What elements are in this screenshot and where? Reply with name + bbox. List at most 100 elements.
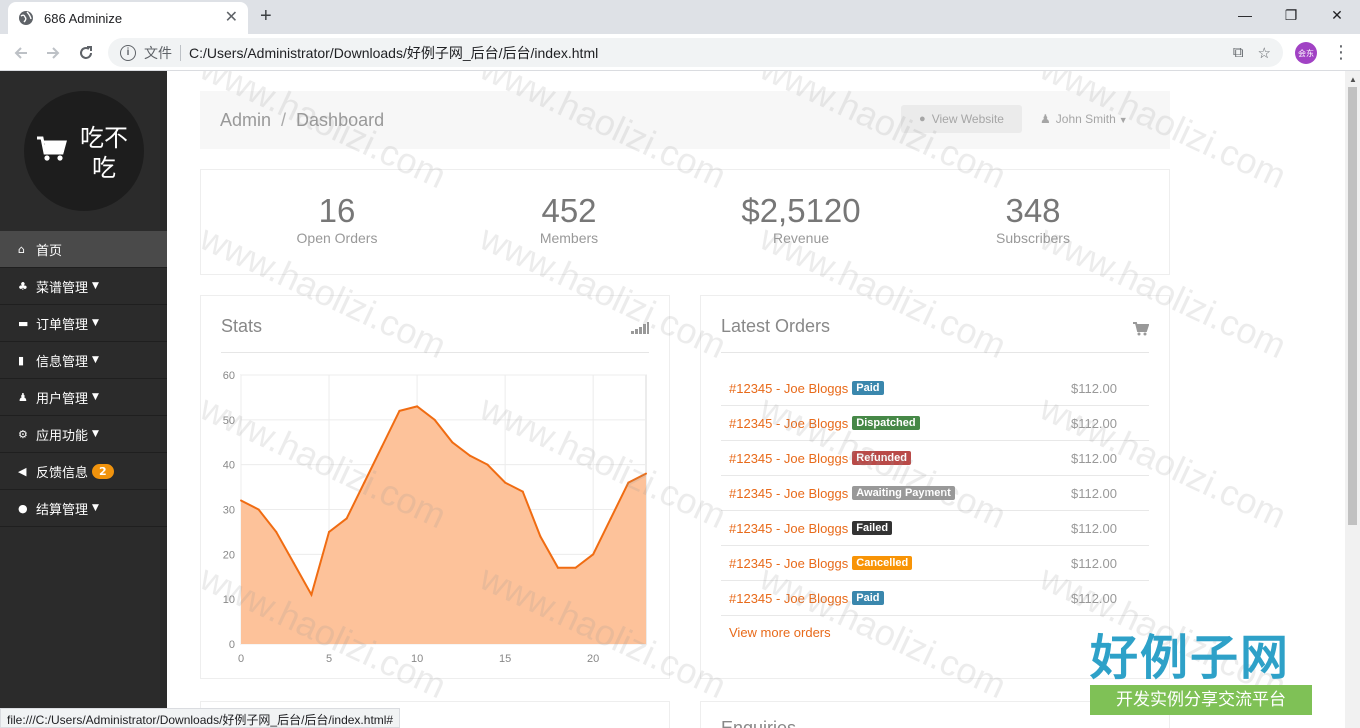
breadcrumb-current: Dashboard [296,110,385,130]
order-link[interactable]: #12345 - Joe Bloggs [729,556,848,571]
order-status-badge: Paid [852,591,884,605]
sidebar-item[interactable]: ◀ 反馈信息 2 [0,453,167,490]
order-link[interactable]: #12345 - Joe Bloggs [729,521,848,536]
sidebar-item[interactable]: ♣ 菜谱管理 ▼ [0,268,167,305]
chart-y-tick-label: 50 [223,415,235,427]
sidebar-item-label: 菜谱管理 [36,280,89,296]
chart-data-point [486,463,489,466]
panel-title: Latest Orders [721,316,831,336]
order-status-badge: Failed [852,521,893,535]
new-tab-icon[interactable]: + [260,6,272,26]
order-status-badge: Awaiting Payment [852,486,955,500]
browser-toolbar: i 文件 C:/Users/Administrator/Downloads/好例… [0,34,1360,71]
bookmark-star-icon[interactable]: ☆ [1258,44,1271,62]
back-arrow-icon[interactable] [10,42,32,64]
chart-data-point [275,530,278,533]
browser-menu-icon[interactable]: ⋮ [1332,42,1350,62]
order-link[interactable]: #12345 - Joe Bloggs [729,416,848,431]
forward-arrow-icon[interactable] [42,42,64,64]
order-link[interactable]: #12345 - Joe Bloggs [729,591,848,606]
order-status-badge: Paid [852,381,884,395]
sidebar-item[interactable]: ● 结算管理 ▼ [0,490,167,527]
chart-data-point [433,418,436,421]
brand-watermark: 好例子网 开发实例分享交流平台 [1090,631,1312,717]
order-row: #12345 - Joe Bloggs Failed $112.00 [721,511,1149,546]
logo-text: 吃不吃 [80,124,128,182]
url-text[interactable]: C:/Users/Administrator/Downloads/好例子网_后台… [189,43,1219,63]
sitemap-icon: ♣ [18,279,28,293]
sidebar-item-label: 反馈信息 [36,465,89,481]
order-amount: $112.00 [1070,520,1117,536]
sidebar-item[interactable]: ⚙ 应用功能 ▼ [0,416,167,453]
globe-icon: ● [919,113,926,125]
chart-data-point [521,490,524,493]
sidebar-nav: ⌂ 首页 ♣ 菜谱管理 ▼ ▬ 订单管理 ▼ ▮ 信息管理 ▼ ♟ 用户管理 ▼ ⚙ 应用功能 ▼ ◀ 反馈信息 2 ●… [0,231,167,527]
sidebar-item-label: 信息管理 [36,354,89,370]
order-row: #12345 - Joe Bloggs Dispatched $112.00 [721,406,1149,441]
sidebar-item-label: 订单管理 [36,317,89,333]
logo[interactable]: 吃不吃 [24,91,144,211]
stat-value: 16 [318,192,356,229]
scheme-label: 文件 [144,44,172,61]
scroll-up-icon[interactable]: ▲ [1349,75,1357,84]
sidebar-item[interactable]: ⌂ 首页 [0,231,167,268]
profile-avatar[interactable]: 会东 [1295,42,1317,64]
view-website-label: View Website [931,112,1004,126]
stat-value: 452 [541,192,597,229]
address-separator [180,44,181,61]
browser-tab[interactable]: 686 Adminize ✕ [8,2,248,34]
chart-y-tick-label: 10 [223,594,235,606]
globe-icon [19,11,33,25]
order-amount: $112.00 [1070,450,1117,466]
order-row: #12345 - Joe Bloggs Refunded $112.00 [721,441,1149,476]
order-link[interactable]: #12345 - Joe Bloggs [729,381,848,396]
order-status-badge: Cancelled [852,556,913,570]
chart-data-point [574,566,577,569]
order-link[interactable]: #12345 - Joe Bloggs [729,451,848,466]
order-link[interactable]: #12345 - Joe Bloggs [729,486,848,501]
status-bar: file:///C:/Users/Administrator/Downloads… [0,708,401,728]
caret-down-icon: ▼ [92,281,99,291]
caret-down-icon: ▼ [92,429,99,439]
chart-y-tick-label: 20 [223,549,235,561]
page-scrollbar[interactable]: ▲ [1345,71,1360,728]
chart-data-point [504,481,507,484]
reload-icon[interactable] [75,42,97,64]
chart-data-point [609,517,612,520]
sidebar-item[interactable]: ▬ 订单管理 ▼ [0,305,167,342]
view-website-button[interactable]: ● View Website [901,105,1022,133]
cart-icon: ▬ [18,316,29,330]
stat-value: 348 [1005,192,1061,229]
minimize-icon[interactable]: — [1222,0,1268,30]
chart-data-point [345,517,348,520]
brand-watermark-title: 好例子网 [1090,630,1291,686]
order-row: #12345 - Joe Bloggs Paid $112.00 [721,581,1149,616]
sidebar-item[interactable]: ♟ 用户管理 ▼ [0,379,167,416]
cart-icon [1133,322,1149,336]
view-more-orders-link[interactable]: View more orders [729,625,831,640]
sidebar-item-label: 结算管理 [36,502,89,518]
user-menu[interactable]: ♟ John Smith ▼ [1040,112,1128,126]
sidebar-item[interactable]: ▮ 信息管理 ▼ [0,342,167,379]
breadcrumb: Admin / Dashboard [220,110,384,131]
address-bar[interactable]: i 文件 C:/Users/Administrator/Downloads/好例… [108,38,1283,67]
stat-value: $2,5120 [741,192,861,229]
window-close-icon[interactable]: ✕ [1314,0,1360,30]
order-status-badge: Refunded [852,451,911,465]
users-icon: ♟ [18,390,28,404]
cart-icon [37,136,67,161]
notification-badge: 2 [92,463,114,479]
breadcrumb-root[interactable]: Admin [220,110,271,130]
chart-x-tick-label: 15 [499,653,511,665]
info-icon[interactable]: i [120,44,136,61]
tab-close-icon[interactable]: ✕ [225,10,238,26]
chart-data-point [257,508,260,511]
breadcrumb-separator: / [281,110,287,130]
order-amount: $112.00 [1070,380,1117,396]
maximize-icon[interactable]: ❐ [1268,0,1314,30]
translate-icon[interactable]: ⧉ [1233,44,1244,61]
chart-x-tick-label: 20 [587,653,599,665]
caret-down-icon: ▼ [1118,115,1128,125]
scrollbar-thumb[interactable] [1348,87,1357,525]
page-header: Admin / Dashboard ● View Website ♟ John Smi… [200,91,1170,149]
